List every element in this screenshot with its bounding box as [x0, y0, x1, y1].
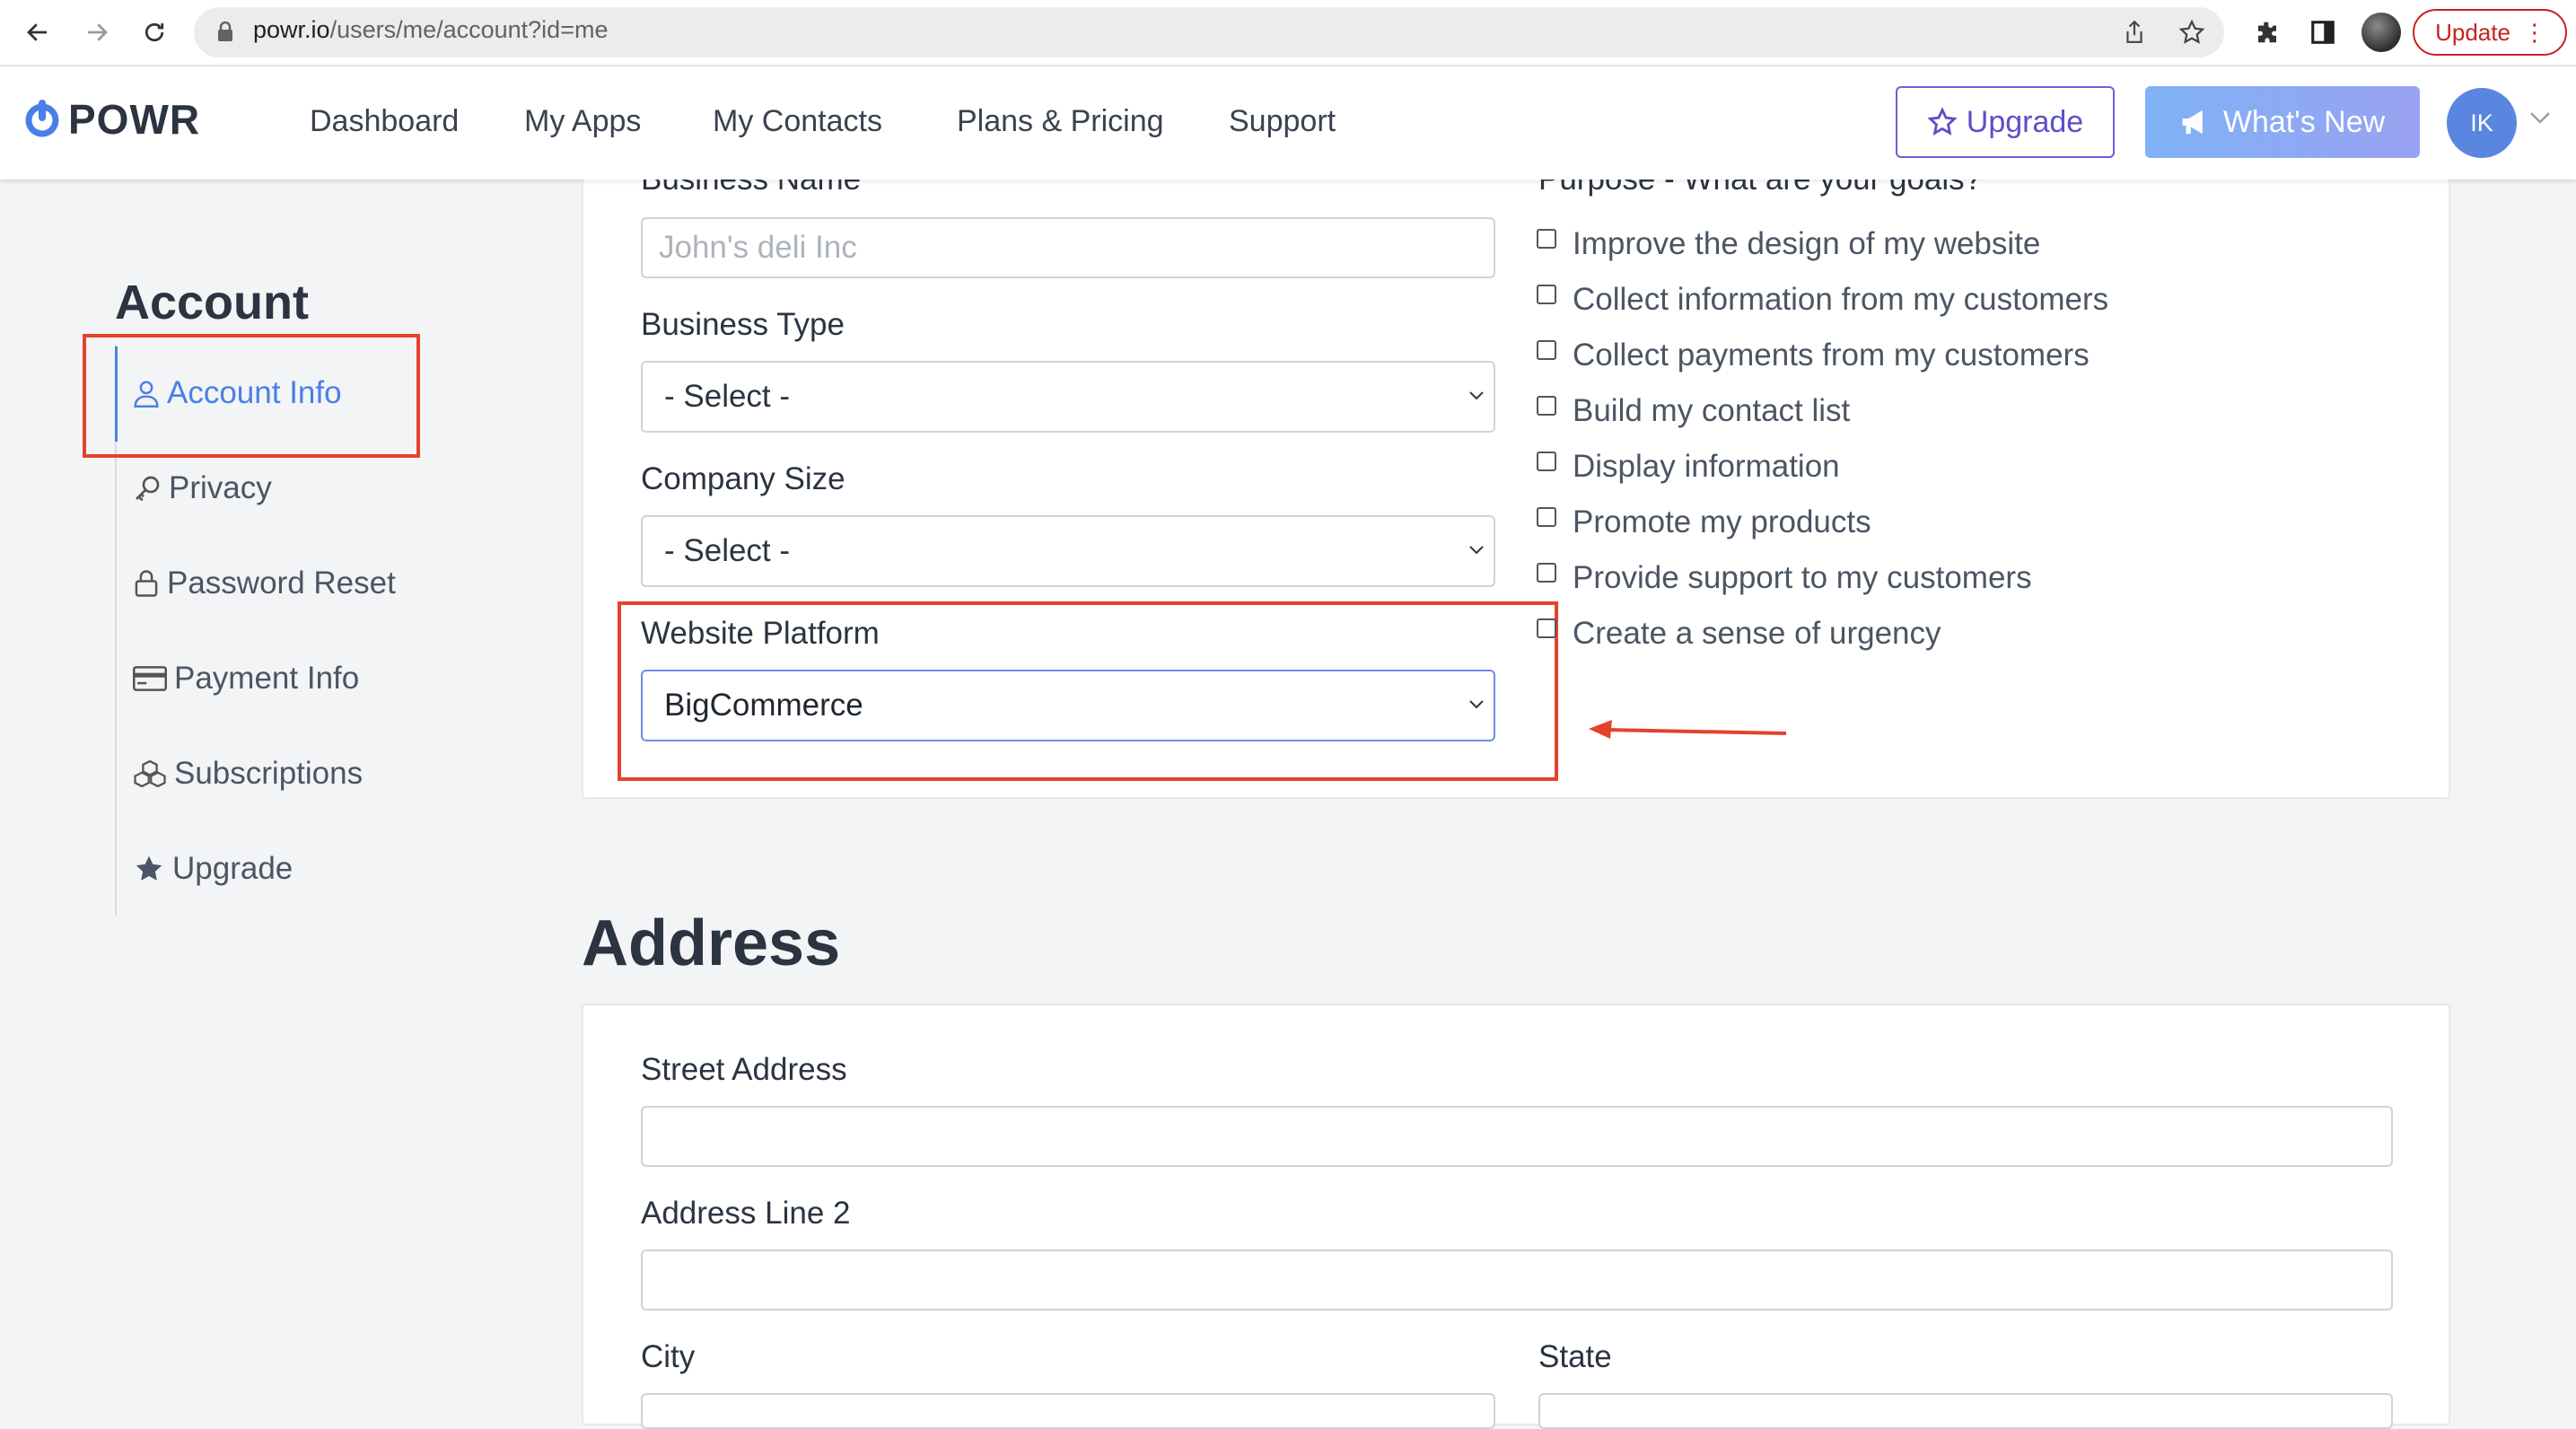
powr-logo-icon: [25, 100, 59, 137]
sidebar-item-label: Password Reset: [167, 565, 396, 601]
company-size-select[interactable]: - Select -: [641, 515, 1495, 587]
powr-logo-overlay[interactable]: POWR: [23, 95, 200, 144]
purpose-option-label: Provide support to my customers: [1573, 560, 2032, 595]
address-line2-input[interactable]: [641, 1249, 2393, 1311]
logo-text: POWR: [68, 96, 201, 143]
sidebar-item-upgrade[interactable]: Upgrade: [133, 851, 293, 887]
city-input[interactable]: [641, 1393, 1495, 1429]
company-size-value: - Select -: [664, 533, 791, 568]
bookmark-star-icon[interactable]: [2174, 14, 2210, 50]
nav-my-apps[interactable]: My Apps: [524, 104, 641, 139]
chevron-down-icon: [1469, 391, 1484, 400]
purpose-option-label: Promote my products: [1573, 504, 1871, 539]
nav-support[interactable]: Support: [1229, 104, 1336, 139]
url-text[interactable]: powr.io/users/me/account?id=me: [253, 16, 608, 44]
street-address-label: Street Address: [641, 1052, 847, 1087]
nav-plans-pricing[interactable]: Plans & Pricing: [957, 104, 1164, 139]
chevron-down-icon: [1469, 546, 1484, 555]
business-name-placeholder: John's deli Inc: [659, 230, 857, 265]
whats-new-label: What's New: [2222, 104, 2386, 139]
star-outline-icon: [1927, 107, 1958, 136]
credit-card-icon: [133, 666, 167, 691]
checkbox[interactable]: [1537, 396, 1556, 416]
browser-profile-avatar[interactable]: [2361, 13, 2401, 52]
purpose-option-label: Improve the design of my website: [1573, 226, 2041, 261]
purpose-option[interactable]: Collect payments from my customers: [1537, 338, 2090, 373]
company-size-label: Company Size: [641, 461, 846, 496]
whats-new-button[interactable]: What's New: [2145, 86, 2420, 158]
address-section-title: Address: [582, 907, 841, 979]
megaphone-icon: [2182, 110, 2203, 135]
sidebar-title: Account: [115, 276, 309, 329]
forward-icon[interactable]: [77, 13, 117, 52]
nav-my-contacts[interactable]: My Contacts: [713, 104, 882, 139]
back-icon[interactable]: [18, 13, 57, 52]
business-type-value: - Select -: [664, 379, 791, 414]
address-line2-label: Address Line 2: [641, 1196, 851, 1231]
cubes-icon: [134, 759, 166, 788]
checkbox[interactable]: [1537, 618, 1556, 638]
reload-icon[interactable]: [135, 13, 174, 52]
purpose-option[interactable]: Build my contact list: [1537, 393, 1850, 429]
purpose-option[interactable]: Provide support to my customers: [1537, 560, 2032, 596]
share-icon[interactable]: [2116, 14, 2152, 50]
checkbox[interactable]: [1537, 229, 1556, 249]
browser-update-button[interactable]: Update ⋮: [2413, 9, 2567, 56]
checkbox[interactable]: [1537, 563, 1556, 583]
state-label: State: [1538, 1339, 1612, 1374]
state-input[interactable]: [1538, 1393, 2393, 1429]
purpose-option-label: Display information: [1573, 449, 1840, 484]
purpose-option[interactable]: Promote my products: [1537, 504, 1871, 540]
purpose-option-label: Collect payments from my customers: [1573, 338, 2090, 373]
chevron-down-icon[interactable]: [2529, 111, 2551, 128]
checkbox[interactable]: [1537, 451, 1556, 471]
purpose-option-label: Create a sense of urgency: [1573, 616, 1941, 651]
upgrade-label: Upgrade: [1966, 104, 2084, 139]
sidebar-item-password-reset[interactable]: Password Reset: [133, 565, 396, 601]
extensions-icon[interactable]: [2249, 14, 2285, 50]
header-upgrade-button[interactable]: Upgrade: [1896, 86, 2115, 158]
lock-icon: [215, 20, 235, 48]
sidebar-item-label: Privacy: [169, 470, 272, 505]
street-address-input[interactable]: [641, 1106, 2393, 1167]
city-label: City: [641, 1339, 696, 1374]
checkbox[interactable]: [1537, 507, 1556, 527]
annotation-highlight-sidebar: [83, 334, 420, 458]
nav-dashboard[interactable]: Dashboard: [310, 104, 459, 139]
purpose-option[interactable]: Display information: [1537, 449, 1840, 485]
annotation-highlight-website-platform: [618, 601, 1558, 781]
sidebar-item-privacy[interactable]: Privacy: [133, 470, 272, 506]
side-panel-icon[interactable]: [2305, 14, 2341, 50]
checkbox[interactable]: [1537, 285, 1556, 304]
business-type-select[interactable]: - Select -: [641, 361, 1495, 433]
sidebar-item-label: Subscriptions: [174, 756, 364, 791]
purpose-option[interactable]: Improve the design of my website: [1537, 226, 2040, 262]
sidebar-item-subscriptions[interactable]: Subscriptions: [133, 756, 363, 792]
sidebar-item-label: Payment Info: [174, 661, 360, 696]
user-avatar[interactable]: IK: [2447, 88, 2517, 158]
business-type-label: Business Type: [641, 307, 845, 342]
purpose-option[interactable]: Create a sense of urgency: [1537, 616, 1941, 652]
browser-toolbar: powr.io/users/me/account?id=me Update ⋮: [0, 0, 2576, 66]
business-name-input[interactable]: John's deli Inc: [641, 217, 1495, 278]
address-card: [582, 1004, 2450, 1425]
key-icon: [136, 476, 160, 502]
sidebar-item-payment-info[interactable]: Payment Info: [133, 661, 359, 697]
star-icon: [136, 855, 162, 881]
lock-icon: [135, 570, 158, 597]
sidebar-item-label: Upgrade: [172, 851, 294, 886]
purpose-option[interactable]: Collect information from my customers: [1537, 282, 2108, 318]
purpose-option-label: Build my contact list: [1573, 393, 1851, 428]
annotation-arrow: [1589, 720, 1787, 739]
purpose-option-label: Collect information from my customers: [1573, 282, 2109, 317]
checkbox[interactable]: [1537, 340, 1556, 360]
